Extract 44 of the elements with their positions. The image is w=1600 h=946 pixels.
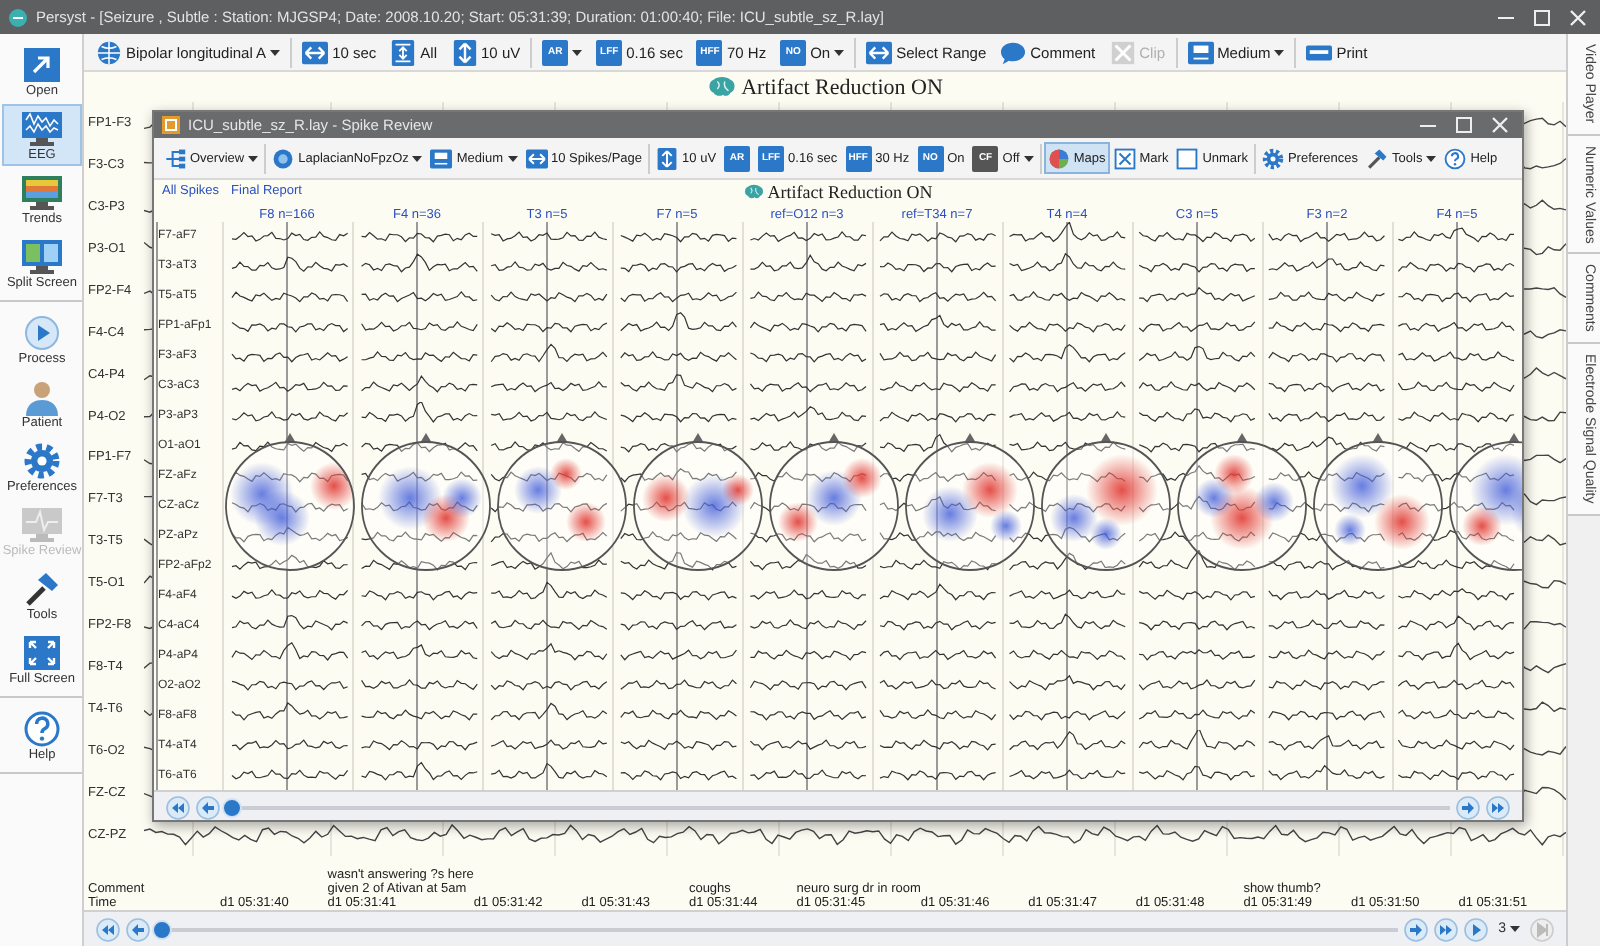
horizontal-arrows-icon (866, 39, 893, 65)
artifact-reduction-label: Artifact Reduction ON (767, 181, 933, 201)
caret-icon (270, 49, 281, 55)
previous-button[interactable] (196, 796, 220, 820)
last-button[interactable] (1434, 917, 1459, 941)
next-button[interactable] (1456, 796, 1480, 820)
caret-icon (572, 49, 583, 55)
monitor-split-icon (20, 238, 64, 276)
settings-icon (20, 442, 64, 480)
first-button[interactable] (96, 917, 120, 941)
brain-icon (707, 75, 736, 99)
help-icon (20, 710, 64, 748)
caret-icon (1510, 926, 1520, 932)
maximize-button[interactable] (1450, 114, 1478, 136)
next-button[interactable] (1404, 917, 1429, 941)
scroll-thumb[interactable] (152, 919, 172, 939)
play-button[interactable] (1464, 917, 1489, 941)
monitor-icon (20, 506, 64, 544)
monitor-waveform-icon (20, 110, 64, 148)
last-button[interactable] (1486, 796, 1510, 820)
window-icon (1187, 39, 1214, 65)
arrow-box-icon (20, 46, 64, 84)
app-icon (162, 116, 180, 134)
app-icon (8, 7, 28, 27)
person-icon (20, 378, 64, 416)
artifact-reduction-label: Artifact Reduction ON (741, 75, 943, 99)
first-button[interactable] (166, 796, 190, 820)
globe-icon (96, 39, 122, 65)
maximize-button[interactable] (1528, 5, 1556, 29)
caret-icon (834, 49, 845, 55)
brain-icon (743, 183, 764, 199)
close-button[interactable] (1564, 5, 1592, 29)
caret-icon (1274, 49, 1285, 55)
fit-height-icon (390, 39, 417, 65)
close-button[interactable] (1486, 114, 1514, 136)
play-icon (20, 314, 64, 352)
horizontal-arrows-icon (302, 39, 329, 65)
scroll-thumb[interactable] (222, 798, 242, 819)
monitor-chart-icon (20, 174, 64, 212)
vertical-arrows-icon (451, 39, 478, 65)
cross-icon (1109, 39, 1136, 65)
expand-icon (20, 634, 64, 672)
previous-button[interactable] (126, 917, 150, 941)
speech-bubble-icon (1000, 39, 1027, 65)
